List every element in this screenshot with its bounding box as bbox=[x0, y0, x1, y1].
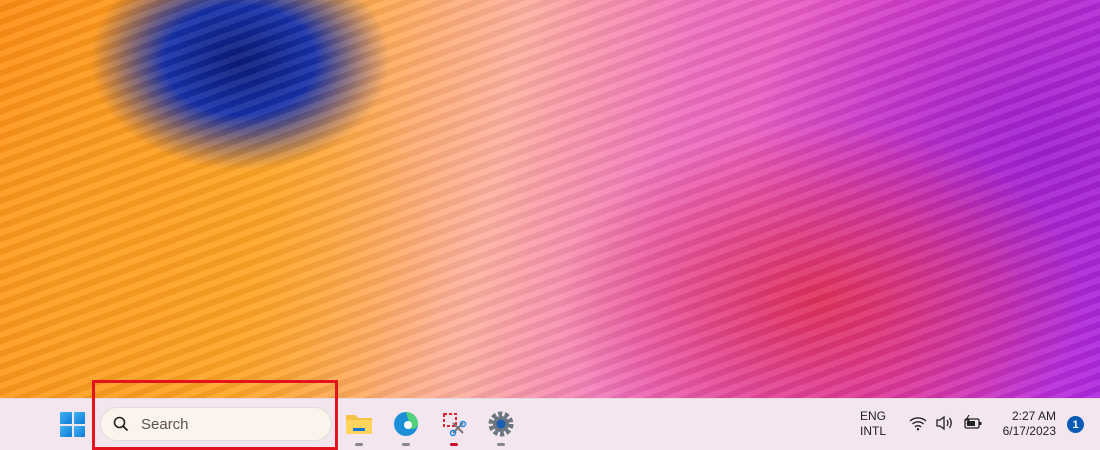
edge-icon bbox=[394, 412, 418, 436]
start-button[interactable] bbox=[60, 412, 85, 437]
language-code: ENG bbox=[860, 409, 887, 423]
wifi-icon bbox=[909, 417, 927, 431]
desktop-wallpaper bbox=[0, 0, 1100, 398]
running-indicator bbox=[497, 443, 505, 446]
taskbar-app-edge[interactable] bbox=[391, 409, 421, 446]
battery-charging-icon bbox=[964, 415, 982, 429]
volume-icon bbox=[936, 415, 952, 431]
clock-date: 6/17/2023 bbox=[1002, 424, 1056, 438]
clock[interactable]: 2:27 AM 6/17/2023 bbox=[990, 409, 1056, 439]
taskbar-app-snipping-tool[interactable] bbox=[439, 409, 469, 446]
taskbar-app-file-explorer[interactable] bbox=[344, 409, 374, 446]
running-indicator bbox=[450, 443, 458, 446]
taskbar-app-settings[interactable] bbox=[486, 409, 516, 446]
notification-badge[interactable]: 1 bbox=[1067, 416, 1084, 433]
running-indicator bbox=[402, 443, 410, 446]
folder-icon bbox=[346, 415, 372, 434]
language-indicator[interactable]: ENG INTL bbox=[860, 409, 886, 439]
highlight-box bbox=[92, 380, 338, 450]
gear-icon bbox=[488, 411, 514, 437]
keyboard-layout: INTL bbox=[860, 424, 887, 438]
clock-time: 2:27 AM bbox=[1011, 409, 1056, 423]
snipping-tool-icon bbox=[443, 413, 467, 437]
running-indicator bbox=[355, 443, 363, 446]
taskbar: Search ENG INTL 2:27 AM 6/17/2023 1 bbox=[0, 380, 1100, 450]
system-tray-icons[interactable] bbox=[909, 415, 983, 431]
